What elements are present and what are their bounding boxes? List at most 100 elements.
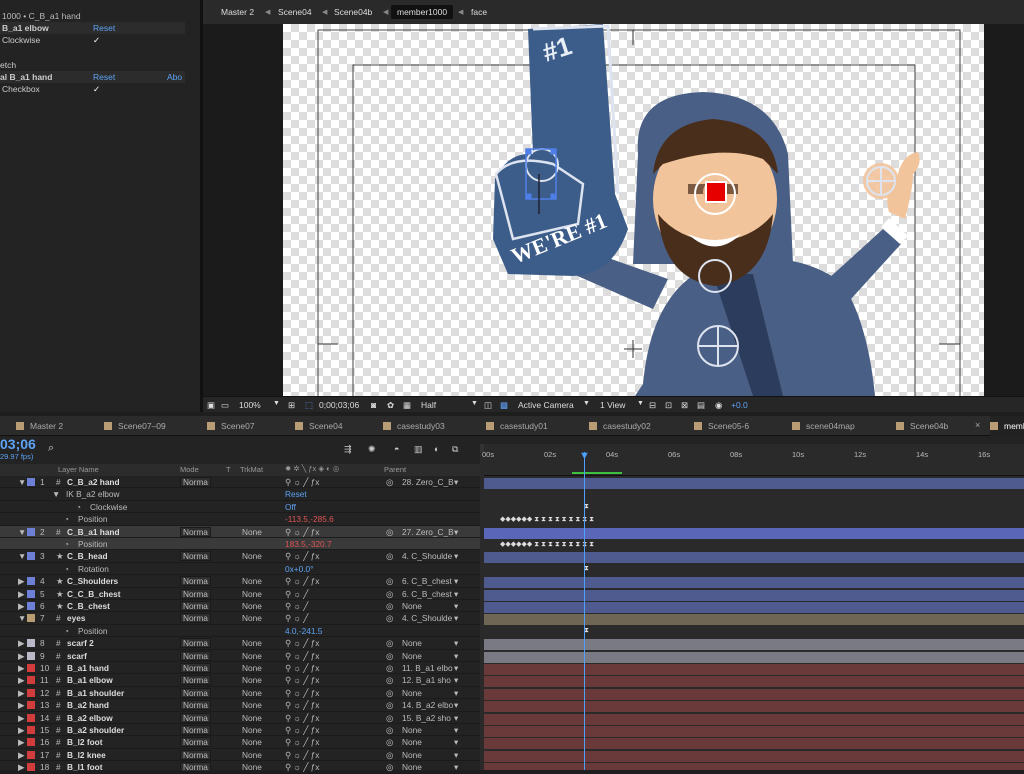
label-color-swatch[interactable] (27, 750, 35, 759)
comp-tab-face[interactable]: face (471, 7, 487, 17)
layer-duration-bar[interactable] (484, 701, 1024, 713)
twirl-arrow-icon[interactable]: ▶ (18, 687, 24, 699)
twirl-arrow-icon[interactable]: ▶ (18, 736, 24, 748)
trkmat-dropdown[interactable]: None (242, 526, 262, 538)
parent-dropdown[interactable]: None (402, 736, 422, 748)
parent-dropdown[interactable]: 28. Zero_C_B (402, 476, 454, 488)
twirl-arrow-icon[interactable]: ▶ (18, 761, 24, 773)
property-value[interactable]: -113.5,-285.6 (285, 513, 334, 525)
trkmat-dropdown[interactable]: None (242, 736, 262, 748)
layer-row[interactable]: ▼ 1 # C_B_a2 hand Norma ⚲ ☼ ╱ ƒx ◎ 28. Zero_C_B… (0, 476, 480, 489)
parent-dropdown[interactable]: 11. B_a1 elbo (402, 662, 453, 674)
property-value[interactable]: Reset (285, 488, 307, 500)
timeline-graph[interactable]: 00s02s04s06s08s10s12s14s16s ▼ ⧗◆◆◆◆◆◆ ⧗ … (480, 444, 1024, 770)
label-color-swatch[interactable] (27, 639, 35, 648)
layer-duration-bar[interactable] (484, 589, 1024, 601)
mode-dropdown[interactable]: Norma (180, 575, 211, 587)
layer-switches-icon[interactable]: ⚲ ☼ ╱ ƒx (285, 687, 319, 699)
label-color-swatch[interactable] (27, 552, 35, 561)
layer-duration-bar[interactable] (484, 552, 1024, 564)
layer-name[interactable]: C_B_a2 hand (67, 476, 120, 488)
pickwhip-icon[interactable]: ◎ (386, 662, 393, 674)
tl-tab-scene07-09[interactable]: Scene07–09 (104, 416, 166, 436)
pickwhip-icon[interactable]: ◎ (386, 674, 393, 686)
tl-tab-casestudy01[interactable]: casestudy01 (486, 416, 548, 436)
pickwhip-icon[interactable]: ◎ (386, 588, 393, 600)
label-color-swatch[interactable] (27, 701, 35, 710)
layer-name[interactable]: C_B_chest (67, 600, 110, 612)
layer-name[interactable]: B_a1 shoulder (67, 687, 124, 699)
layer-name[interactable]: B_a1 elbow (67, 674, 113, 686)
layer-name[interactable]: B_a2 shoulder (67, 724, 124, 736)
layer-row[interactable]: ▶ 13 # B_a2 hand Norma None ⚲ ☼ ╱ ƒx ◎ 14. B_a2 … (0, 699, 480, 712)
pickwhip-icon[interactable]: ◎ (386, 761, 393, 773)
parent-dropdown[interactable]: 12. B_a1 sho (402, 674, 451, 686)
trkmat-dropdown[interactable]: None (242, 600, 262, 612)
zoom-dropdown[interactable]: 100% (239, 400, 261, 410)
layer-name[interactable]: scarf (67, 650, 87, 662)
pickwhip-icon[interactable]: ◎ (386, 749, 393, 761)
trkmat-dropdown[interactable]: None (242, 550, 262, 562)
close-icon[interactable]: × (975, 420, 980, 430)
stopwatch-icon[interactable]: ▼ (52, 488, 60, 500)
layer-switches-icon[interactable]: ⚲ ☼ ╱ ƒx (285, 736, 319, 748)
current-time-indicator[interactable] (584, 452, 585, 770)
property-row[interactable]: ◔ Rotation 0x+0.0° (0, 563, 480, 576)
transparency-grid-icon[interactable]: ▩ (500, 400, 508, 411)
layer-duration-bar[interactable] (484, 651, 1024, 663)
exposure-value[interactable]: +0.0 (731, 400, 748, 410)
stopwatch-icon[interactable]: ◔ (64, 625, 69, 637)
pickwhip-icon[interactable]: ◎ (386, 736, 393, 748)
frame-blend-icon[interactable]: ▥ (414, 444, 423, 455)
layer-row[interactable]: ▶ 6 ★ C_B_chest Norma None ⚲ ☼ ╱ ◎ None ▾ (0, 600, 480, 613)
layer-name[interactable]: C_B_a1 hand (67, 526, 120, 538)
color-icon[interactable]: ✿ (387, 400, 394, 411)
layer-duration-bar[interactable] (484, 763, 1024, 770)
label-color-swatch[interactable] (27, 713, 35, 722)
mode-dropdown[interactable]: Norma (180, 662, 211, 674)
fast-preview-icon[interactable]: ⊟ (649, 400, 656, 411)
layer-name[interactable]: scarf 2 (67, 637, 94, 649)
pickwhip-icon[interactable]: ◎ (386, 600, 393, 612)
mode-dropdown[interactable]: Norma (180, 476, 211, 488)
layer-row[interactable]: ▶ 8 # scarf 2 Norma None ⚲ ☼ ╱ ƒx ◎ None ▾ (0, 637, 480, 650)
twirl-arrow-icon[interactable]: ▶ (18, 575, 24, 587)
pickwhip-icon[interactable]: ◎ (386, 575, 393, 587)
column-trkmat[interactable]: TrkMat (240, 465, 263, 474)
twirl-arrow-icon[interactable]: ▶ (18, 600, 24, 612)
keyframe-icon[interactable]: ◆◆◆◆◆◆ ⧗ ⧗ ⧗ ⧗ ⧗ ⧗ ⧗ ⧗ ⧗ (500, 540, 594, 549)
region-of-interest-icon[interactable]: ◫ (484, 400, 492, 411)
layer-duration-bar[interactable] (484, 664, 1024, 675)
layer-row[interactable]: ▶ 18 # B_l1 foot Norma None ⚲ ☼ ╱ ƒx ◎ None ▾ (0, 761, 480, 774)
mode-dropdown[interactable]: Norma (180, 712, 211, 724)
pickwhip-icon[interactable]: ◎ (386, 724, 393, 736)
trkmat-dropdown[interactable]: None (242, 712, 262, 724)
mode-dropdown[interactable]: Norma (180, 588, 211, 600)
mode-dropdown[interactable]: Norma (180, 612, 211, 624)
trkmat-dropdown[interactable]: None (242, 650, 262, 662)
layer-row[interactable]: ▶ 11 # B_a1 elbow Norma None ⚲ ☼ ╱ ƒx ◎ 12. B_a1… (0, 674, 480, 687)
layer-name[interactable]: B_l2 foot (67, 736, 103, 748)
layer-row[interactable]: ▶ 15 # B_a2 shoulder Norma None ⚲ ☼ ╱ ƒx ◎ None ▾ (0, 724, 480, 737)
layer-row[interactable]: ▼ 3 ★ C_B_head Norma None ⚲ ☼ ╱ ƒx ◎ 4. C_Should… (0, 550, 480, 563)
comp-flowchart-icon[interactable]: ⇶ (344, 444, 352, 455)
twirl-arrow-icon[interactable]: ▶ (18, 650, 24, 662)
parent-dropdown[interactable]: None (402, 637, 422, 649)
twirl-arrow-icon[interactable]: ▶ (18, 749, 24, 761)
stopwatch-icon[interactable]: ◔ (64, 563, 69, 575)
motion-blur-icon[interactable]: ◐ (434, 444, 439, 454)
label-color-swatch[interactable] (27, 527, 35, 536)
layer-name[interactable]: C_Shoulders (67, 575, 118, 587)
parent-dropdown[interactable]: None (402, 687, 422, 699)
label-color-swatch[interactable] (27, 589, 35, 598)
column-mode[interactable]: Mode (180, 465, 199, 474)
timeline-icon[interactable]: ⊡ (665, 400, 672, 411)
layer-switches-icon[interactable]: ⚲ ☼ ╱ (285, 600, 308, 612)
layer-switches-icon[interactable]: ⚲ ☼ ╱ ƒx (285, 712, 319, 724)
layer-row[interactable]: ▶ 4 ★ C_Shoulders Norma None ⚲ ☼ ╱ ƒx ◎ 6. C_B_c… (0, 575, 480, 588)
pickwhip-icon[interactable]: ◎ (386, 687, 393, 699)
layer-name[interactable]: B_l2 knee (67, 749, 106, 761)
layer-switches-icon[interactable]: ⚲ ☼ ╱ (285, 612, 308, 624)
checkbox-toggle[interactable]: ✓ (93, 83, 100, 95)
pickwhip-icon[interactable]: ◎ (386, 612, 393, 624)
